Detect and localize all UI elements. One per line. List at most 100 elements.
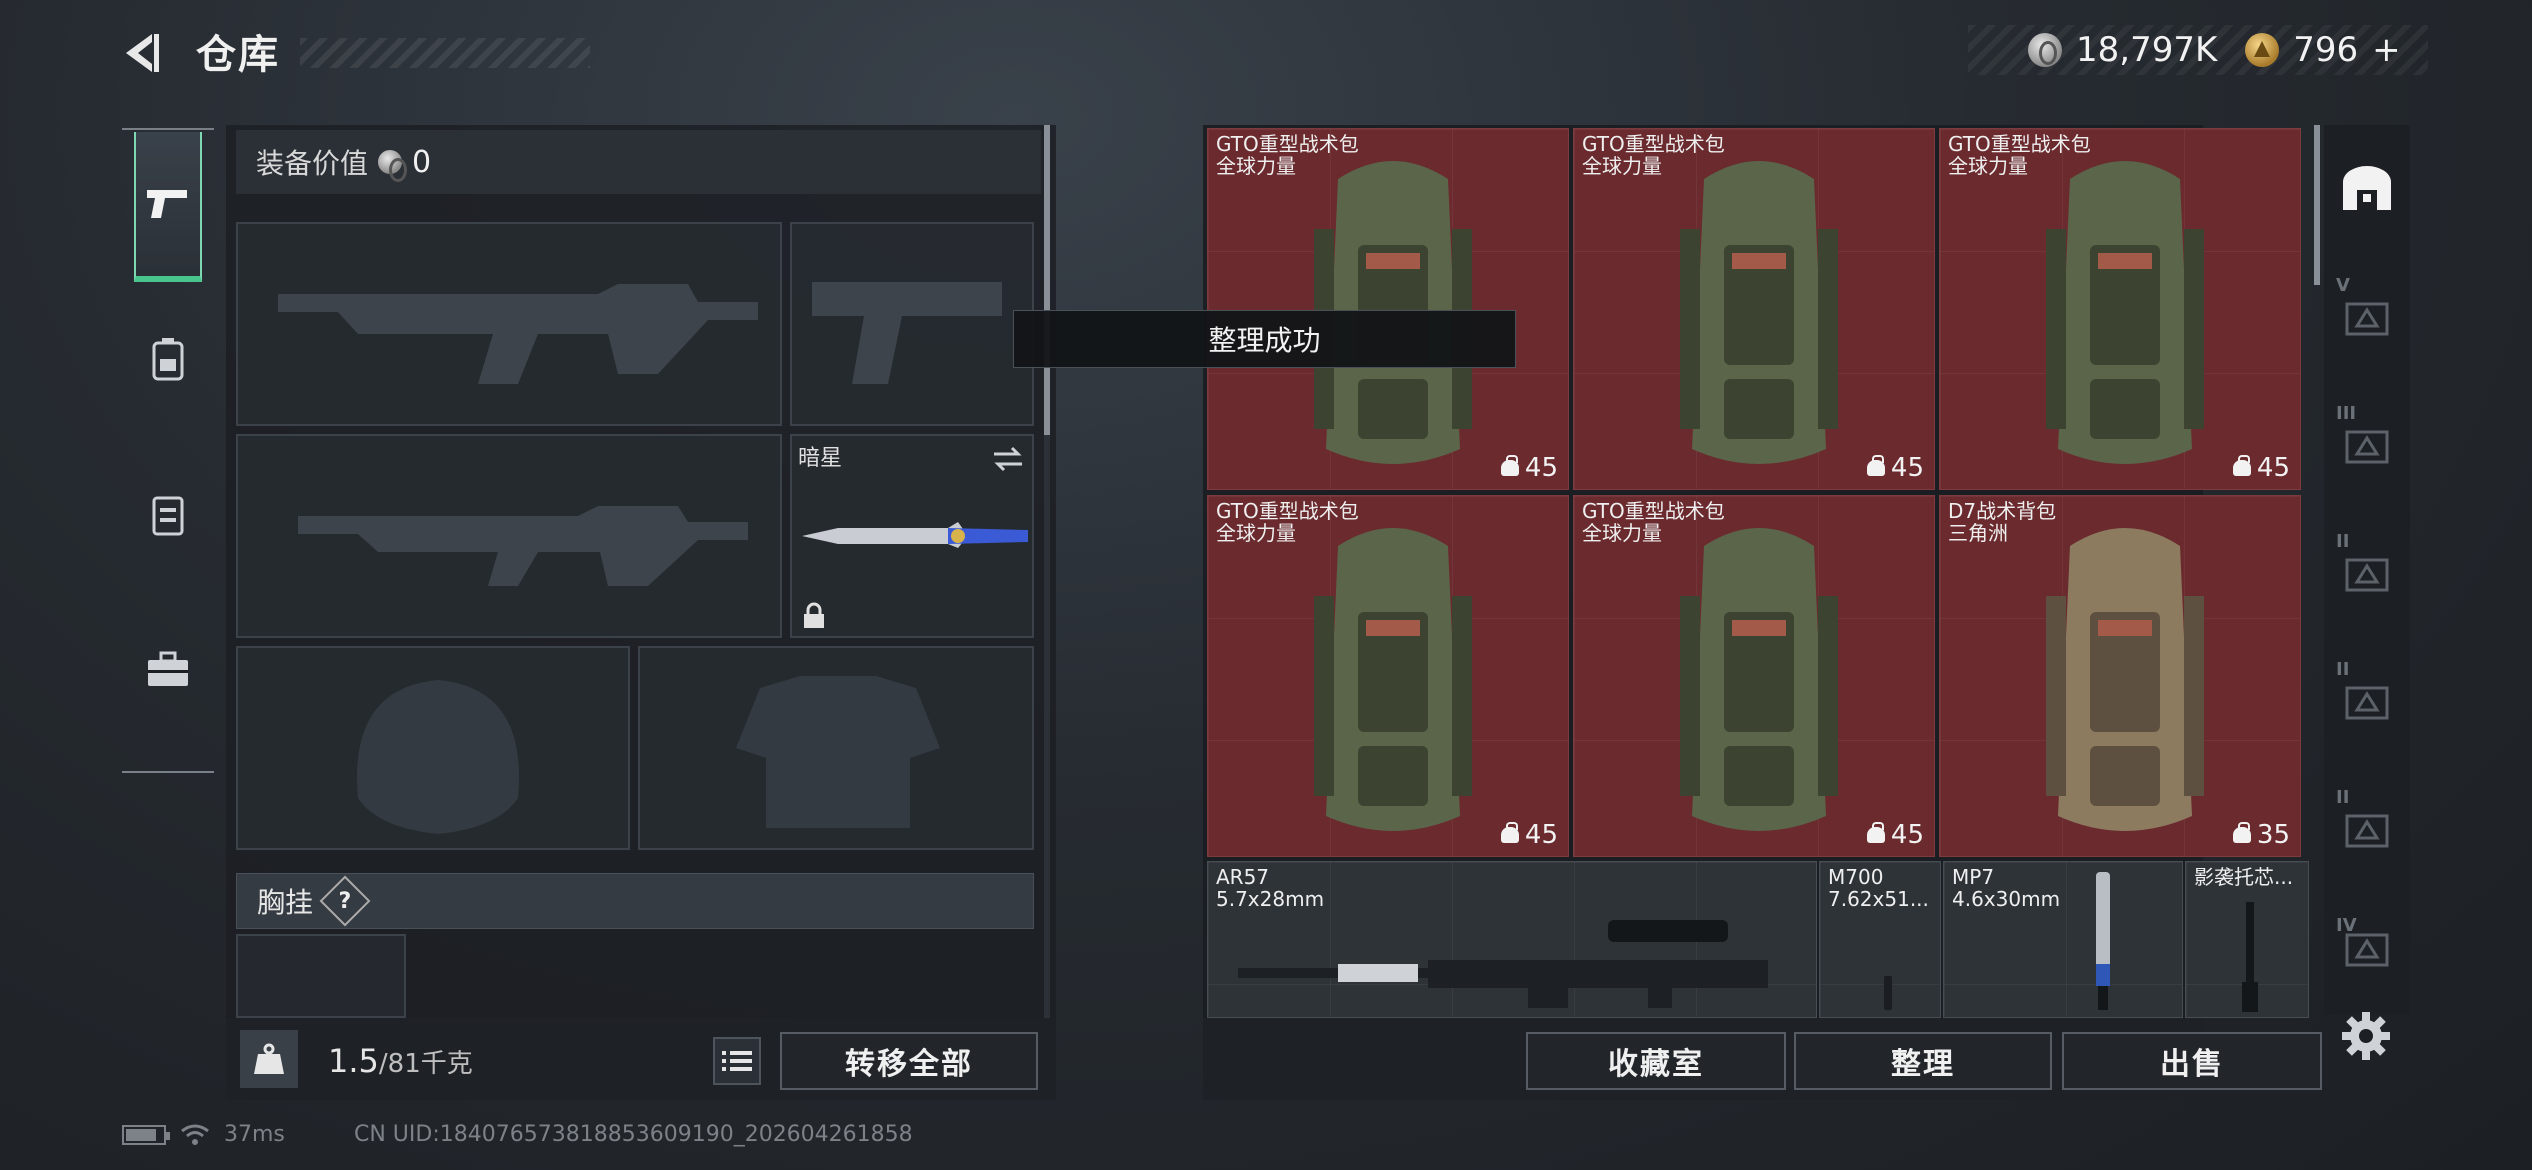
- equipment-tab-rail: [122, 128, 214, 773]
- help-icon[interactable]: ?: [319, 875, 371, 927]
- equipment-value-label: 装备价值: [256, 147, 369, 180]
- weight-icon: [1866, 822, 1885, 843]
- weight-icon: [1500, 455, 1519, 476]
- category-icon: [2345, 430, 2389, 464]
- inventory-item[interactable]: GTO重型战术包 全球力量 45: [1573, 495, 1935, 857]
- collection-room-button[interactable]: 收藏室: [1526, 1032, 1786, 1090]
- chest-rig-slot[interactable]: [236, 934, 406, 1018]
- item-capacity: 45: [1866, 453, 1924, 483]
- currency-bar: 18,797K 796 +: [1968, 25, 2428, 75]
- category-item[interactable]: IV: [2324, 895, 2410, 1005]
- item-subtitle: 全球力量: [1216, 154, 1296, 178]
- pistol-silhouette-icon: [812, 282, 1002, 384]
- back-arrow-icon[interactable]: [118, 30, 168, 76]
- tab-backpack[interactable]: [134, 285, 202, 435]
- inventory-item[interactable]: GTO重型战术包 全球力量 45: [1207, 495, 1569, 857]
- silver-coin-icon: [2028, 33, 2062, 67]
- item-subtitle: 三角洲: [1948, 521, 2008, 545]
- melee-name: 暗星: [798, 446, 843, 471]
- tab-weapons[interactable]: [134, 132, 202, 282]
- gold-coin-icon: [2245, 33, 2280, 67]
- body-armor-slot[interactable]: [638, 646, 1034, 850]
- category-item[interactable]: II: [2324, 767, 2410, 895]
- equipment-value-header: 装备价值 0: [236, 130, 1041, 194]
- item-subtitle: 全球力量: [1948, 154, 2028, 178]
- weight-icon: [1866, 455, 1885, 476]
- rifle-icon: [1238, 920, 1768, 1008]
- inventory-item[interactable]: GTO重型战术包 全球力量 45: [1573, 128, 1935, 490]
- inventory-item[interactable]: D7战术背包 三角洲 35: [1939, 495, 2301, 857]
- weight-max: /81千克: [378, 1049, 473, 1079]
- inventory-item-attachment[interactable]: 影袭托芯...: [2185, 861, 2309, 1018]
- category-item[interactable]: III: [2324, 383, 2410, 511]
- tab-safebox[interactable]: [134, 595, 202, 745]
- weight-icon: [2232, 822, 2251, 843]
- list-icon: [722, 1051, 752, 1071]
- inventory-item-m700[interactable]: M700 7.62x51...: [1819, 861, 1941, 1018]
- suppressor-icon: [2096, 872, 2110, 1010]
- ping-readout: 37ms: [224, 1122, 285, 1147]
- sidearm-slot[interactable]: [790, 222, 1034, 426]
- chest-rig-section-header: 胸挂 ?: [236, 873, 1034, 929]
- weight-icon: [1500, 822, 1519, 843]
- backpack-icon: [2046, 161, 2204, 464]
- silver-coin-icon: [378, 150, 408, 182]
- category-item[interactable]: V: [2324, 255, 2410, 383]
- tab-chest-rig[interactable]: [134, 440, 202, 590]
- inventory-item-mp7[interactable]: MP7 4.6x30mm: [1943, 861, 2183, 1018]
- category-tier: V: [2336, 275, 2350, 296]
- chest-rig-icon: [152, 496, 184, 536]
- title-decoration: [300, 38, 590, 68]
- category-tier: II: [2336, 787, 2350, 808]
- organize-button[interactable]: 整理: [1794, 1032, 2052, 1090]
- item-capacity: 45: [1866, 820, 1924, 850]
- backpack-icon: [2046, 528, 2204, 831]
- item-name: GTO重型战术包: [1582, 132, 1725, 156]
- warehouse-icon: [2343, 166, 2391, 210]
- transfer-all-button[interactable]: 转移全部: [780, 1032, 1038, 1090]
- equipment-scroll-thumb[interactable]: [1044, 125, 1050, 435]
- rifle-silhouette-icon: [278, 284, 758, 384]
- inventory-item[interactable]: GTO重型战术包 全球力量 45: [1207, 128, 1569, 490]
- backpack-icon: [1680, 161, 1838, 464]
- ammo-icon: [1884, 976, 1892, 1010]
- add-currency-button[interactable]: +: [2372, 30, 2401, 70]
- page-title: 仓库: [196, 32, 280, 78]
- category-item[interactable]: II: [2324, 639, 2410, 767]
- swap-icon[interactable]: [990, 444, 1026, 474]
- primary-weapon-slot[interactable]: [236, 222, 782, 426]
- category-icon: [2345, 814, 2389, 848]
- item-capacity: 45: [1500, 453, 1558, 483]
- category-tier: II: [2336, 659, 2350, 680]
- equipment-value: 0: [412, 144, 432, 180]
- category-tier: II: [2336, 531, 2350, 552]
- backpack-icon: [152, 338, 184, 381]
- rifle-silhouette-icon: [298, 506, 748, 586]
- chest-rig-label: 胸挂: [257, 886, 314, 919]
- helmet-silhouette-icon: [357, 680, 519, 834]
- item-subtitle: 全球力量: [1216, 521, 1296, 545]
- sell-button[interactable]: 出售: [2062, 1032, 2322, 1090]
- category-all[interactable]: [2324, 125, 2410, 253]
- list-view-button[interactable]: [713, 1037, 761, 1085]
- backpack-icon: [1314, 528, 1472, 831]
- inventory-item-ar57[interactable]: AR57 5.7x28mm: [1207, 861, 1817, 1018]
- item-name: GTO重型战术包: [1216, 132, 1359, 156]
- item-capacity: 45: [2232, 453, 2290, 483]
- category-item[interactable]: II: [2324, 511, 2410, 639]
- item-subtitle: 全球力量: [1582, 521, 1662, 545]
- briefcase-icon: [148, 651, 188, 686]
- item-name: D7战术背包: [1948, 499, 2057, 523]
- attachment-icon: [2242, 902, 2258, 1012]
- toast-message: 整理成功: [1013, 310, 1516, 368]
- inventory-item[interactable]: GTO重型战术包 全球力量 45: [1939, 128, 2301, 490]
- weight-icon: [2232, 455, 2251, 476]
- pistol-icon: [147, 190, 187, 218]
- gear-icon[interactable]: [2340, 1010, 2392, 1062]
- melee-slot[interactable]: 暗星: [790, 434, 1034, 638]
- item-name: GTO重型战术包: [1216, 499, 1359, 523]
- helmet-slot[interactable]: [236, 646, 630, 850]
- gold-amount: 796: [2293, 30, 2359, 70]
- warehouse-scroll-thumb[interactable]: [2314, 125, 2320, 285]
- secondary-weapon-slot[interactable]: [236, 434, 782, 638]
